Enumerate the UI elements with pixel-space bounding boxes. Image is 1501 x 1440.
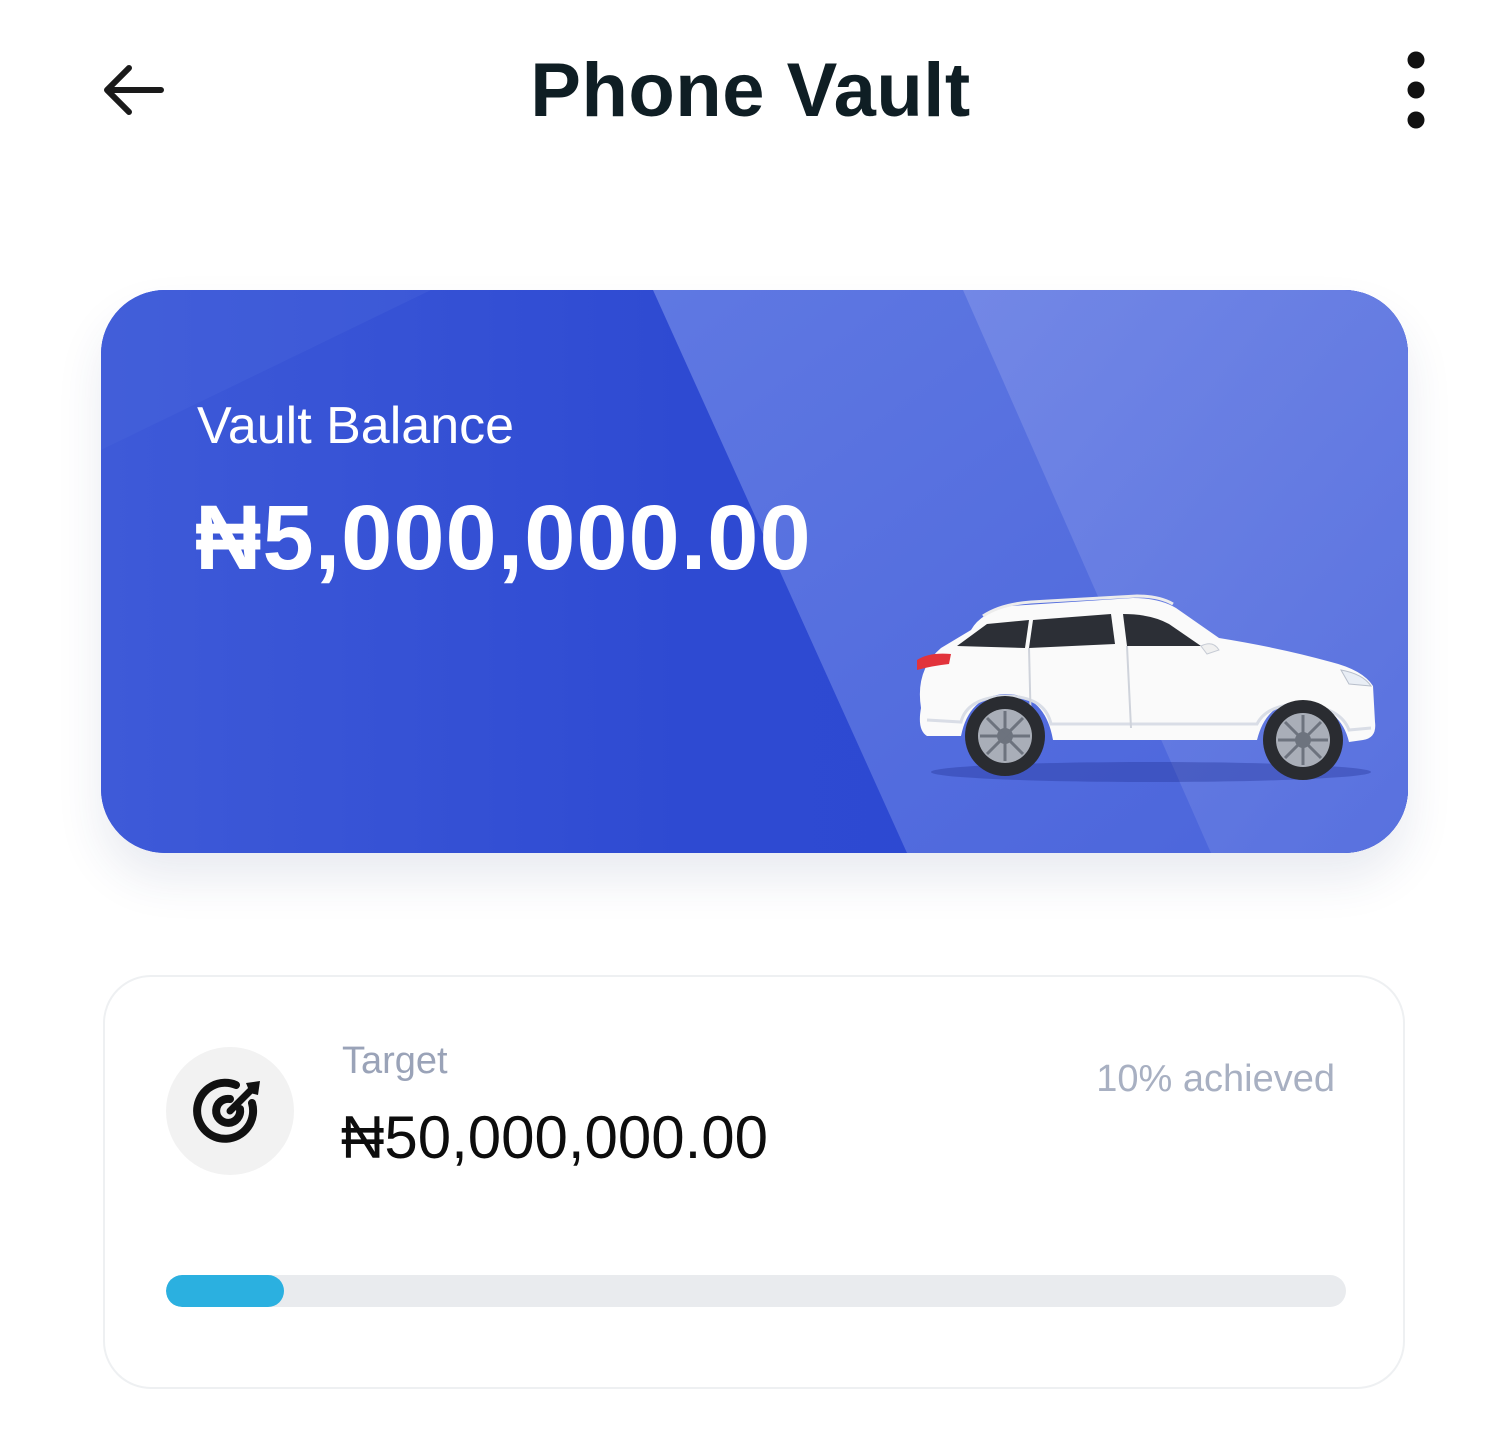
target-label: Target — [342, 1040, 448, 1082]
target-card[interactable]: Target ₦50,000,000.00 10% achieved — [103, 975, 1405, 1389]
car-image — [917, 594, 1376, 782]
target-icon — [193, 1078, 260, 1143]
vault-balance-label: Vault Balance — [197, 397, 515, 455]
target-amount: ₦50,000,000.00 — [341, 1104, 769, 1171]
more-options-button[interactable] — [1390, 48, 1442, 132]
vault-balance-amount: ₦5,000,000.00 — [195, 487, 812, 589]
page-title: Phone Vault — [530, 48, 971, 133]
vault-balance-card[interactable]: Vault Balance ₦5,000,000.00 — [101, 290, 1408, 853]
progress-bar-fill — [166, 1275, 284, 1307]
progress-bar — [166, 1275, 1346, 1307]
more-vertical-icon — [1407, 51, 1425, 129]
target-icon-badge — [166, 1047, 294, 1175]
phone-vault-screen: Phone Vault Vault Balance ₦5,000,000.00 … — [0, 0, 1501, 1440]
achieved-percentage: 10% achieved — [1096, 1058, 1335, 1100]
